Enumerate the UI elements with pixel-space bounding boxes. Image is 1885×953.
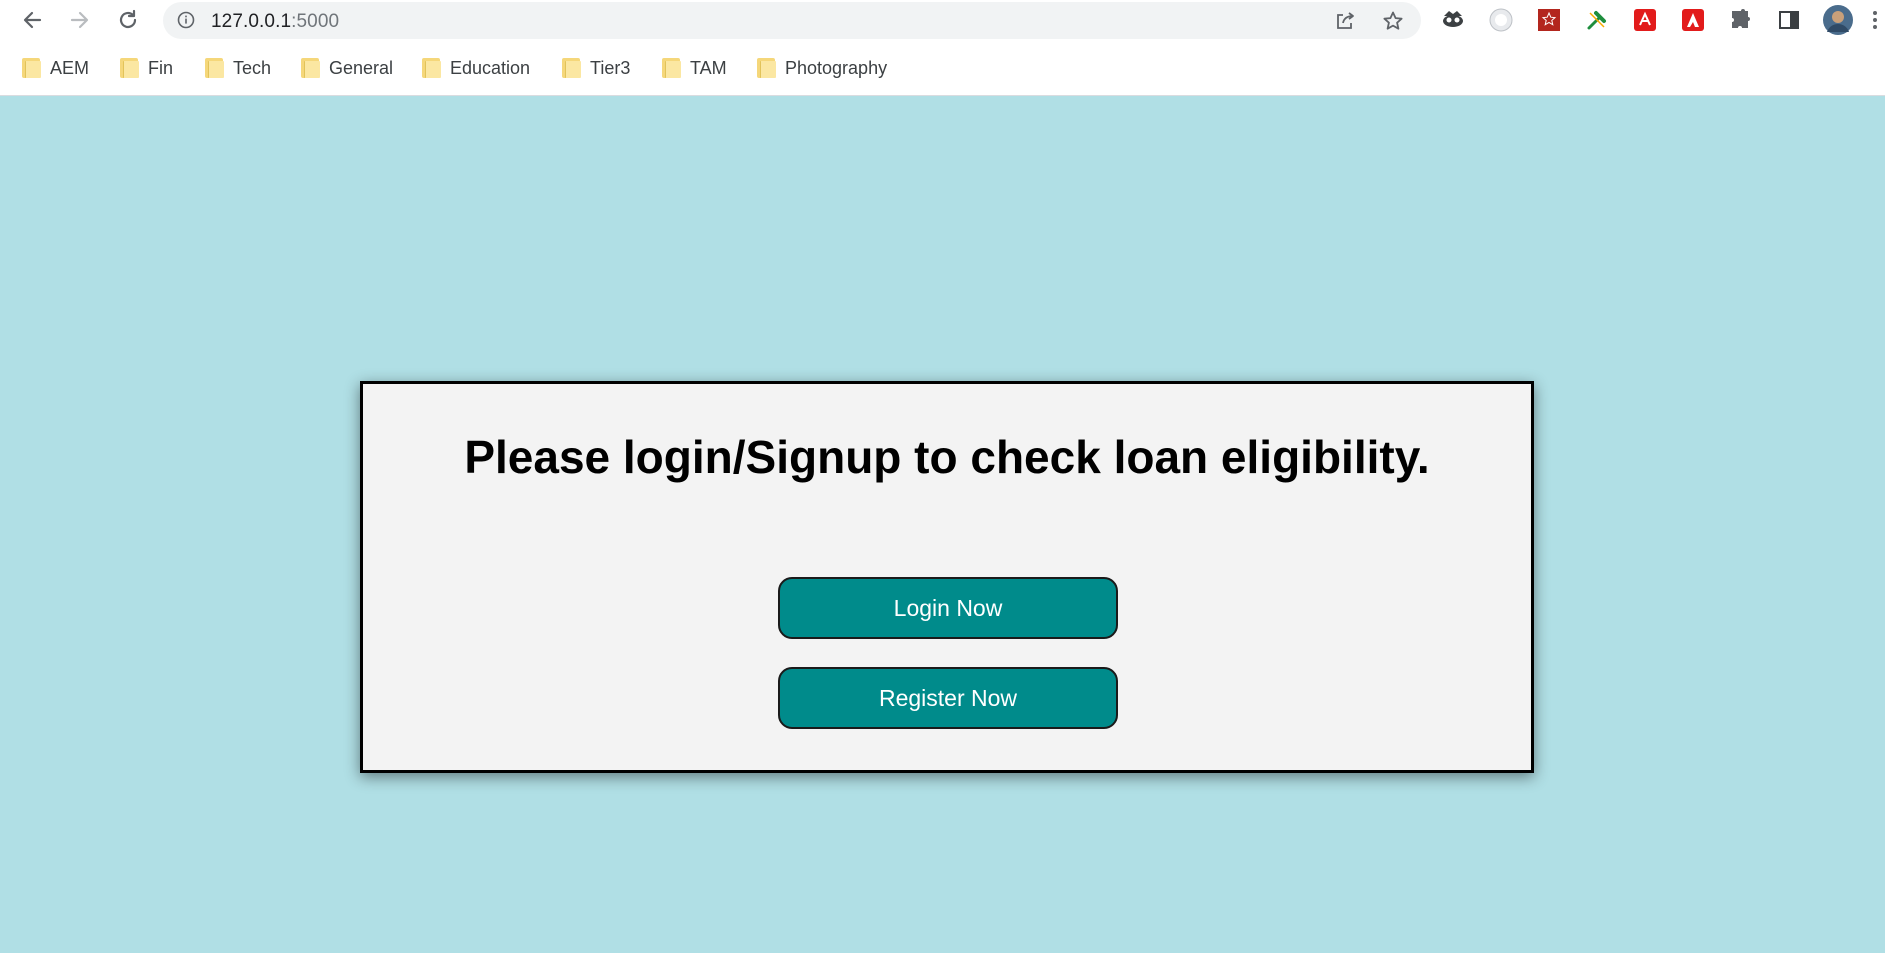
star-icon[interactable] bbox=[1381, 9, 1405, 33]
login-prompt-card: Please login/Signup to check loan eligib… bbox=[360, 381, 1534, 773]
bookmark-folder-aem[interactable]: AEM bbox=[22, 55, 89, 81]
bookmark-label: TAM bbox=[690, 57, 727, 78]
bookmark-folder-photography[interactable]: Photography bbox=[757, 55, 887, 81]
bookmark-label: Photography bbox=[785, 57, 888, 78]
hammer-extension-icon[interactable] bbox=[1584, 7, 1610, 33]
bookmark-folder-general[interactable]: General bbox=[301, 55, 393, 81]
forward-arrow-icon[interactable] bbox=[66, 6, 94, 34]
bookmark-label: General bbox=[329, 57, 394, 78]
browser-toolbar: 127.0.0.1:5000 bbox=[0, 0, 1885, 41]
folder-icon bbox=[562, 58, 581, 78]
info-icon[interactable] bbox=[177, 11, 195, 29]
address-bar[interactable]: 127.0.0.1:5000 bbox=[163, 2, 1421, 39]
bookmark-label: AEM bbox=[50, 57, 90, 78]
reload-icon[interactable] bbox=[114, 6, 142, 34]
folder-icon bbox=[422, 58, 441, 78]
folder-icon bbox=[662, 58, 681, 78]
cloud-extension-icon[interactable] bbox=[1488, 7, 1514, 33]
side-panel-icon[interactable] bbox=[1776, 7, 1802, 33]
folder-icon bbox=[22, 58, 41, 78]
kebab-menu-icon[interactable] bbox=[1868, 7, 1882, 33]
folder-icon bbox=[757, 58, 776, 78]
url-host: 127.0.0.1 bbox=[211, 11, 292, 32]
bookmark-folder-tam[interactable]: TAM bbox=[662, 55, 727, 81]
folder-icon bbox=[120, 58, 139, 78]
folder-icon bbox=[205, 58, 224, 78]
adobe-acrobat-icon[interactable] bbox=[1632, 7, 1658, 33]
folder-icon bbox=[301, 58, 320, 78]
bookmark-label: Education bbox=[450, 57, 531, 78]
back-arrow-icon[interactable] bbox=[18, 6, 46, 34]
bookmark-folder-tech[interactable]: Tech bbox=[205, 55, 271, 81]
puzzle-icon[interactable] bbox=[1728, 7, 1754, 33]
login-button[interactable]: Login Now bbox=[778, 577, 1118, 639]
bookmark-folder-fin[interactable]: Fin bbox=[120, 55, 173, 81]
bookmark-label: Tier3 bbox=[590, 57, 631, 78]
bookmark-label: Tech bbox=[233, 57, 272, 78]
spy-extension-icon[interactable] bbox=[1440, 7, 1466, 33]
share-icon[interactable] bbox=[1333, 9, 1357, 33]
url-text: 127.0.0.1:5000 bbox=[211, 11, 339, 33]
avatar[interactable] bbox=[1822, 4, 1854, 36]
adobe-icon[interactable] bbox=[1680, 7, 1706, 33]
register-button[interactable]: Register Now bbox=[778, 667, 1118, 729]
url-port: :5000 bbox=[291, 11, 340, 32]
bookmarks-bar: AEM Fin Tech General Education Tier3 TAM… bbox=[0, 41, 1885, 96]
bookmark-folder-education[interactable]: Education bbox=[422, 55, 530, 81]
red-extension-icon[interactable] bbox=[1536, 7, 1562, 33]
page-title: Please login/Signup to check loan eligib… bbox=[464, 431, 1430, 483]
bookmark-label: Fin bbox=[148, 57, 174, 78]
bookmark-folder-tier3[interactable]: Tier3 bbox=[562, 55, 630, 81]
